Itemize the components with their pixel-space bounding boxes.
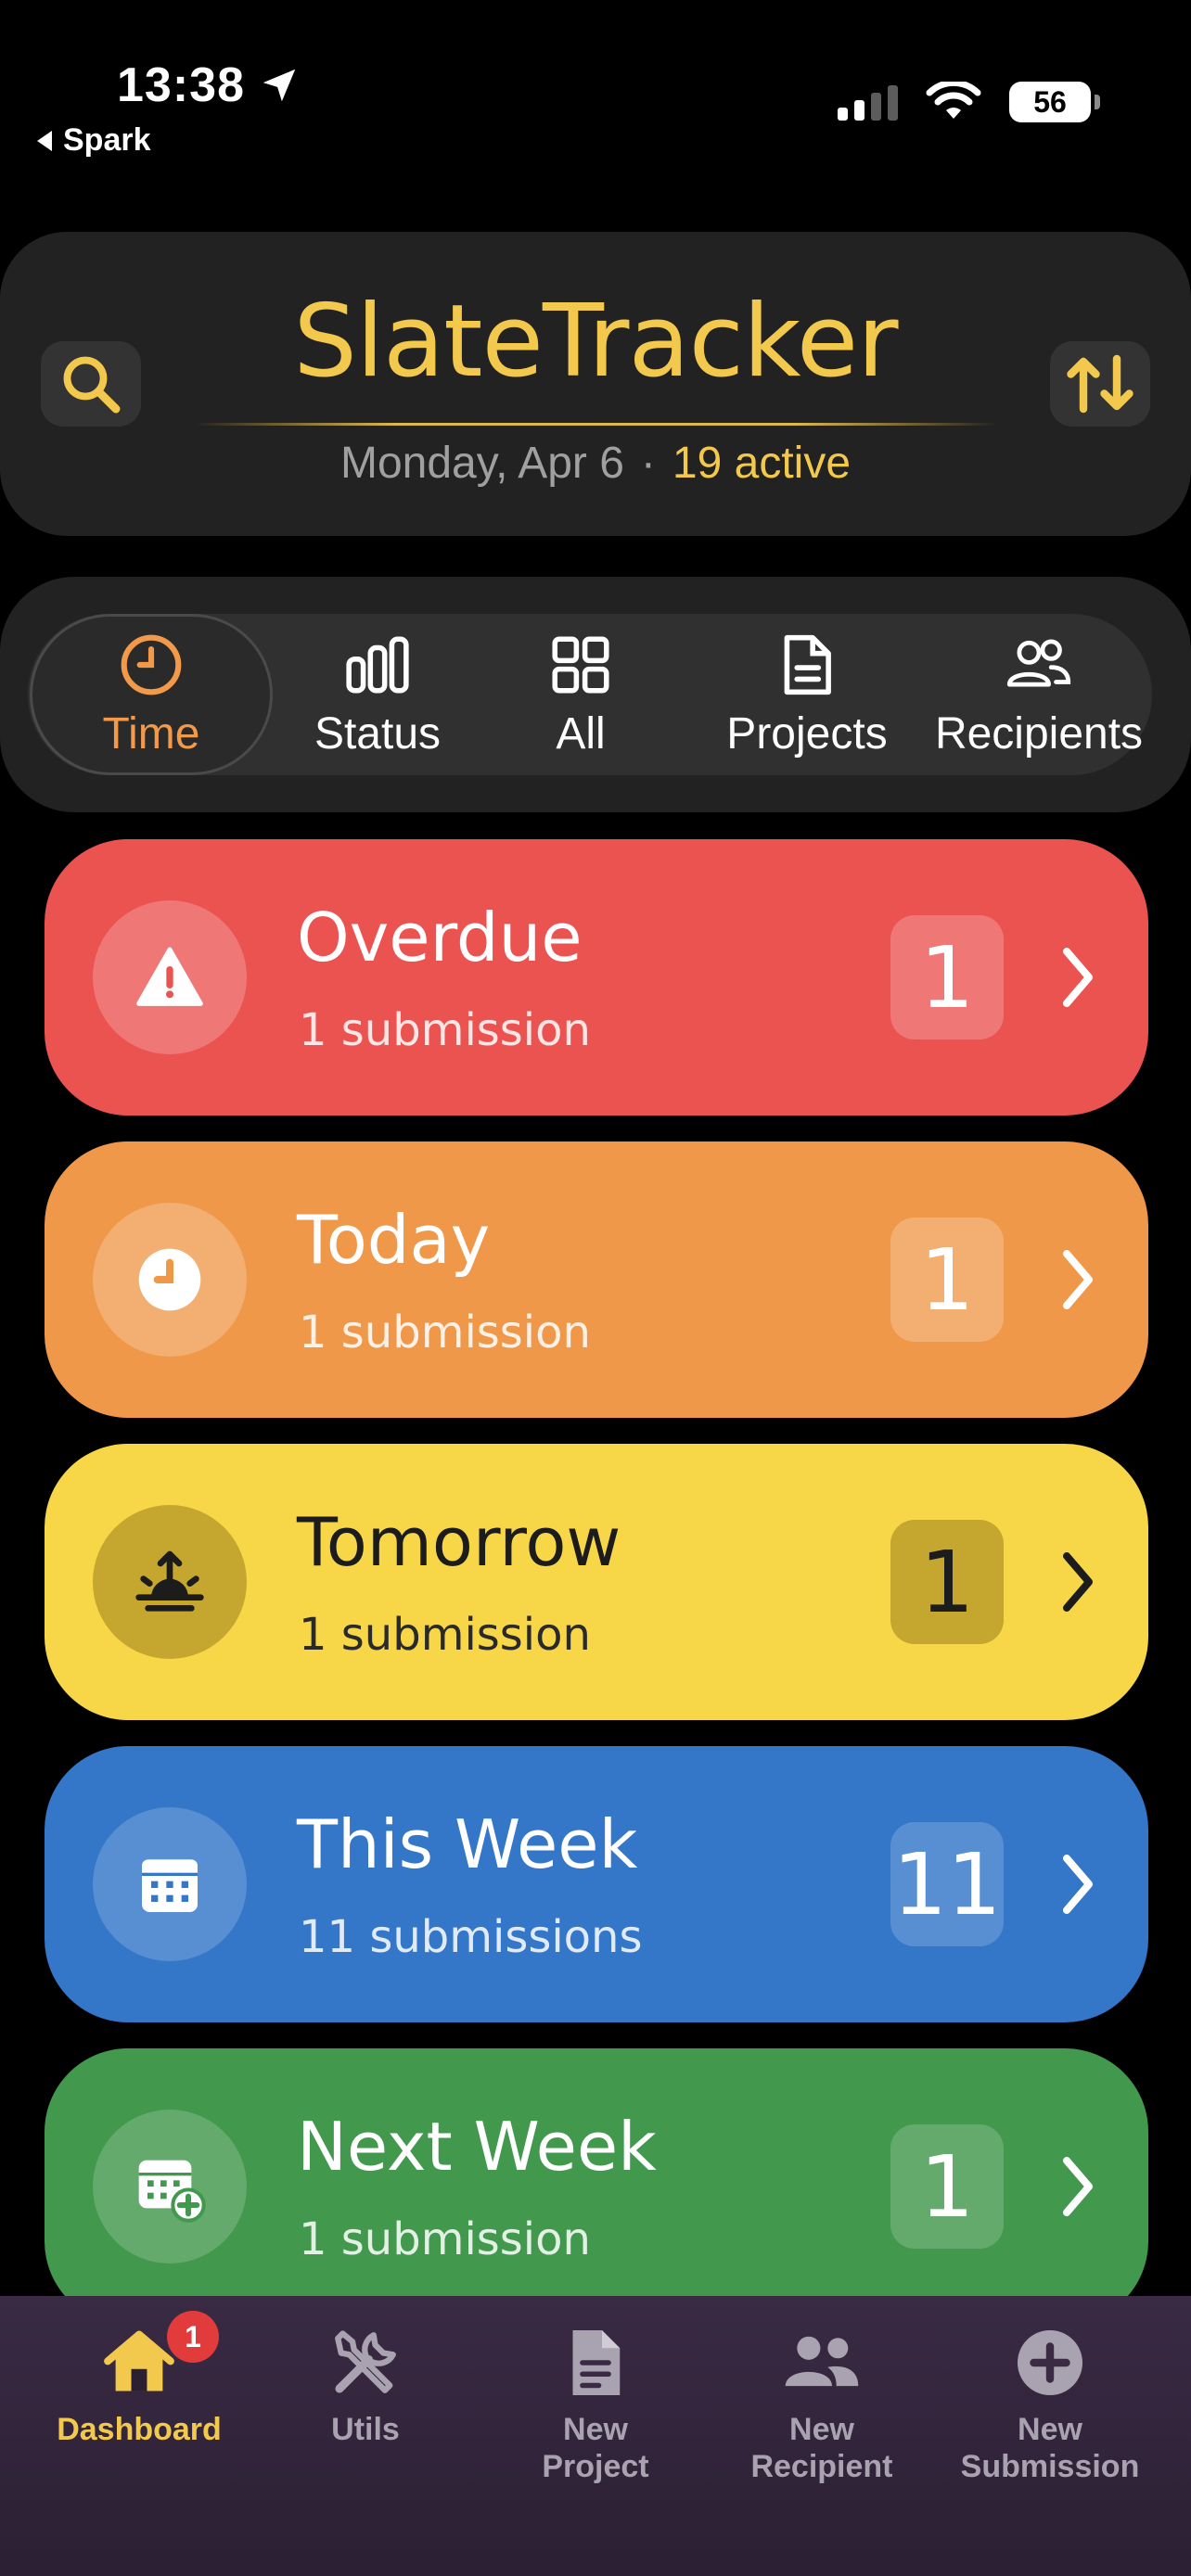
back-triangle-icon (37, 130, 52, 151)
filter-segmented-control: Time Status All Projects Recipients (28, 614, 1152, 775)
category-subtitle: 1 submission (299, 1609, 591, 1661)
category-card-this-week[interactable]: This Week 11 submissions 11 (45, 1746, 1148, 2022)
calendar-plus-icon (138, 2160, 206, 2223)
clock-icon (138, 1248, 201, 1311)
battery-indicator: 56 (1009, 82, 1100, 122)
category-card-today[interactable]: Today 1 submission 1 (45, 1141, 1148, 1418)
wifi-icon (926, 82, 981, 119)
filter-tab-status[interactable]: Status (280, 614, 475, 775)
category-card-tomorrow[interactable]: Tomorrow 1 submission 1 (45, 1444, 1148, 1720)
category-title: This Week (297, 1805, 638, 1883)
title-divider (195, 423, 996, 426)
sort-button[interactable] (1050, 341, 1150, 427)
people-icon (1006, 639, 1071, 687)
people-icon (785, 2336, 859, 2387)
active-count: 19 active (672, 439, 852, 488)
bottom-tab-bar: 1 Dashboard Utils New Project New Recipi… (0, 2296, 1191, 2576)
sort-arrows-icon (1067, 354, 1133, 414)
category-icon-badge (93, 900, 247, 1054)
document-icon (784, 634, 831, 695)
chevron-right-icon (1063, 1552, 1093, 1612)
chevron-right-icon (1063, 2157, 1093, 2216)
current-date: Monday, Apr 6 (339, 439, 624, 488)
category-subtitle: 11 submissions (299, 1911, 643, 1963)
filter-tab-time[interactable]: Time (30, 614, 273, 775)
header-card: SlateTracker Monday, Apr 6 · 19 active (0, 232, 1191, 536)
tab-new-project[interactable]: New Project (484, 2324, 707, 2485)
category-title: Overdue (297, 899, 583, 976)
location-arrow-icon (263, 69, 296, 102)
category-card-overdue[interactable]: Overdue 1 submission 1 (45, 839, 1148, 1116)
chevron-right-icon (1063, 948, 1093, 1007)
cellular-signal-icon (838, 83, 898, 121)
category-count-badge: 1 (890, 915, 1004, 1039)
category-card-next-week[interactable]: Next Week 1 submission 1 (45, 2048, 1148, 2325)
category-count-badge: 11 (890, 1822, 1004, 1946)
subtitle-separator: · (640, 439, 656, 488)
filter-tab-all[interactable]: All (497, 614, 664, 775)
bar-chart-icon (346, 635, 409, 694)
notification-badge: 1 (167, 2311, 219, 2363)
category-icon-badge (93, 1505, 247, 1659)
category-title: Today (297, 1201, 491, 1279)
category-subtitle: 1 submission (299, 1004, 591, 1056)
category-icon-badge (93, 1807, 247, 1961)
sunrise-icon (135, 1550, 204, 1612)
filter-tab-projects[interactable]: Projects (696, 614, 918, 775)
category-title: Tomorrow (297, 1503, 621, 1581)
status-time: 13:38 (117, 57, 301, 113)
clock-icon (121, 634, 182, 695)
chevron-right-icon (1063, 1250, 1093, 1309)
grid-icon (552, 635, 609, 694)
tab-new-recipient[interactable]: New Recipient (711, 2324, 933, 2485)
header-subtitle: Monday, Apr 6 · 19 active (0, 438, 1191, 489)
category-count-badge: 1 (890, 2124, 1004, 2249)
tools-icon (335, 2330, 396, 2393)
app-title: SlateTracker (293, 284, 898, 400)
category-count-badge: 1 (890, 1218, 1004, 1342)
status-indicators: 56 (838, 82, 1100, 122)
back-to-app-link[interactable]: Spark (37, 122, 151, 159)
category-icon-badge (93, 2110, 247, 2264)
category-title: Next Week (297, 2108, 657, 2186)
document-icon (572, 2330, 621, 2395)
tab-utils[interactable]: Utils (254, 2324, 477, 2448)
plus-circle-icon (1018, 2330, 1082, 2395)
chevron-right-icon (1063, 1855, 1093, 1914)
tab-dashboard[interactable]: 1 Dashboard (28, 2311, 250, 2448)
status-bar: 13:38 Spark 56 (0, 0, 1191, 167)
warning-icon (136, 947, 203, 1006)
category-icon-badge (93, 1203, 247, 1357)
category-count-badge: 1 (890, 1520, 1004, 1644)
category-subtitle: 1 submission (299, 1307, 591, 1358)
tab-new-submission[interactable]: New Submission (939, 2324, 1161, 2485)
filter-tab-recipients[interactable]: Recipients (924, 614, 1154, 775)
category-subtitle: 1 submission (299, 2213, 591, 2265)
calendar-icon (142, 1859, 198, 1912)
filter-bar: Time Status All Projects Recipients (0, 577, 1191, 812)
